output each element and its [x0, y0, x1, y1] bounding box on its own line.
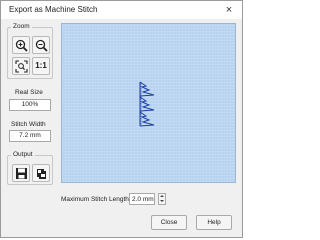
stitch-width-value: 7.2 mm — [9, 130, 51, 142]
output-group-label: Output — [11, 151, 35, 158]
close-button[interactable]: Close — [151, 215, 187, 230]
spin-down-button[interactable] — [159, 199, 165, 204]
real-size-value: 100% — [9, 99, 51, 111]
help-button[interactable]: Help — [196, 215, 232, 230]
dialog-title: Export as Machine Stitch — [9, 5, 98, 14]
max-stitch-length-input[interactable] — [129, 193, 155, 205]
save-icon — [16, 168, 27, 179]
zoom-out-button[interactable] — [32, 36, 50, 54]
output-group: Output — [7, 151, 53, 185]
stitch-preview-canvas[interactable] — [61, 23, 236, 183]
zoom-in-button[interactable] — [12, 36, 30, 54]
actual-size-button[interactable]: 1:1 — [32, 57, 50, 75]
save-button[interactable] — [12, 164, 30, 182]
zoom-fit-icon — [15, 60, 28, 73]
title-bar: Export as Machine Stitch × — [1, 1, 242, 19]
zoom-fit-button[interactable] — [12, 57, 30, 75]
zoom-out-icon — [35, 39, 48, 52]
close-icon[interactable]: × — [222, 3, 236, 17]
zoom-group-label: Zoom — [11, 23, 32, 30]
export-machine-stitch-dialog: Export as Machine Stitch × Zoom 1:1 Real… — [0, 0, 243, 238]
stitch-path — [139, 81, 155, 127]
send-to-machine-button[interactable] — [32, 164, 50, 182]
send-to-machine-icon — [37, 169, 46, 179]
zoom-group: Zoom 1:1 — [7, 23, 53, 79]
actual-size-icon: 1:1 — [35, 61, 47, 70]
zoom-in-icon — [15, 39, 28, 52]
stitch-pattern-graphic — [139, 81, 155, 127]
stitch-width-label: Stitch Width — [11, 121, 46, 128]
max-stitch-length-label: Maximum Stitch Length — [61, 196, 129, 203]
max-stitch-length-spinner — [158, 193, 166, 205]
real-size-label: Real Size — [15, 89, 43, 96]
